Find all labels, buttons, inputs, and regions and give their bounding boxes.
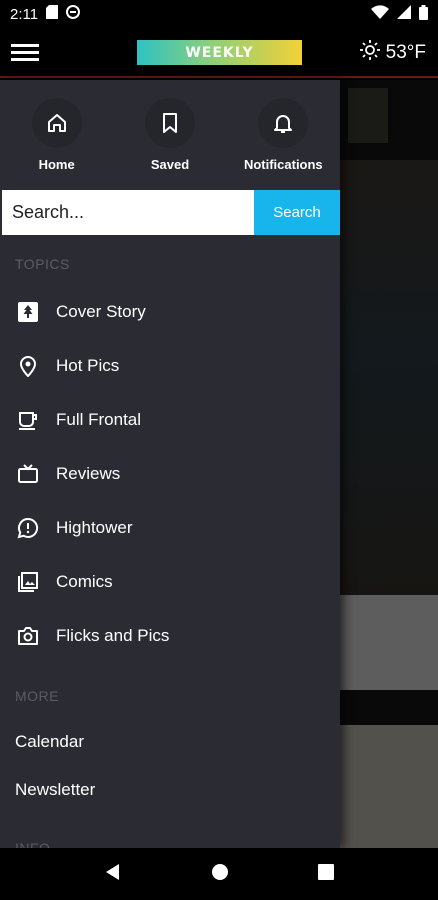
drawer-scrim[interactable] <box>340 80 438 848</box>
topic-hightower[interactable]: Hightower <box>0 501 340 555</box>
quick-link-label: Saved <box>150 157 190 172</box>
topic-label: Hightower <box>56 518 133 537</box>
more-heading: MORE <box>15 688 59 704</box>
back-icon <box>106 863 120 880</box>
topics-heading: TOPICS <box>15 256 70 272</box>
tree-icon <box>16 300 40 324</box>
bookmark-icon <box>144 98 195 148</box>
topic-label: Hot Pics <box>56 356 120 375</box>
info-heading: INFO <box>15 840 51 848</box>
topic-reviews[interactable]: Reviews <box>0 447 340 501</box>
topic-label: Cover Story <box>56 302 146 321</box>
location-pin-icon <box>16 354 40 378</box>
search-button[interactable]: Search <box>254 190 340 235</box>
background-content <box>340 80 438 848</box>
topic-cover-story[interactable]: Cover Story <box>0 285 340 339</box>
home-circle-icon <box>211 863 228 880</box>
quick-link-saved[interactable]: Saved <box>115 98 225 188</box>
chat-alert-icon <box>16 516 40 540</box>
status-bar: 2:11 <box>0 0 438 28</box>
home-icon <box>31 98 82 148</box>
data-saver-icon <box>66 5 81 23</box>
camera-icon <box>16 624 40 648</box>
quick-links: Home Saved Notifications <box>0 80 340 188</box>
topics-list: Cover Story Hot Pics Full Frontal Review… <box>0 285 340 663</box>
search-input[interactable] <box>2 190 254 235</box>
quick-link-label: Home <box>38 157 75 172</box>
wifi-icon <box>371 5 389 23</box>
recents-icon <box>317 863 334 880</box>
search-bar: Search <box>2 190 340 235</box>
quick-link-notifications[interactable]: Notifications <box>228 98 338 188</box>
sd-card-icon <box>46 5 59 23</box>
quick-link-home[interactable]: Home <box>2 98 112 188</box>
topic-label: Flicks and Pics <box>56 626 170 645</box>
topic-flicks-and-pics[interactable]: Flicks and Pics <box>0 609 340 663</box>
bell-icon <box>258 98 309 148</box>
coffee-icon <box>16 408 40 432</box>
quick-link-label: Notifications <box>243 157 323 172</box>
menu-button[interactable] <box>0 27 50 77</box>
back-button[interactable] <box>103 862 123 887</box>
recents-button[interactable] <box>317 863 335 886</box>
weather-temperature: 53°F <box>385 42 426 63</box>
photo-library-icon <box>16 570 40 594</box>
more-item-newsletter[interactable]: Newsletter <box>0 766 340 814</box>
weather-widget[interactable]: 53°F <box>359 40 426 66</box>
home-button[interactable] <box>210 862 230 887</box>
sun-icon <box>359 40 380 66</box>
logo-text: WEEKLY <box>185 44 254 61</box>
topic-label: Reviews <box>56 464 121 483</box>
topic-label: Full Frontal <box>56 410 142 429</box>
tv-icon <box>16 462 40 486</box>
topic-hot-pics[interactable]: Hot Pics <box>0 339 340 393</box>
hamburger-icon <box>11 40 39 65</box>
more-item-label: Calendar <box>15 732 84 751</box>
system-navigation-bar <box>0 848 438 900</box>
status-time: 2:11 <box>10 5 39 23</box>
battery-icon <box>419 4 428 24</box>
navigation-drawer: Home Saved Notifications Search TOPICS C… <box>0 80 340 848</box>
topic-full-frontal[interactable]: Full Frontal <box>0 393 340 447</box>
topic-comics[interactable]: Comics <box>0 555 340 609</box>
app-logo[interactable]: WEEKLY <box>137 40 302 65</box>
more-item-label: Newsletter <box>15 780 96 799</box>
app-bar: WEEKLY 53°F <box>0 28 438 78</box>
signal-icon <box>397 5 411 23</box>
topic-label: Comics <box>56 572 113 591</box>
more-list: Calendar Newsletter <box>0 718 340 814</box>
more-item-calendar[interactable]: Calendar <box>0 718 340 766</box>
